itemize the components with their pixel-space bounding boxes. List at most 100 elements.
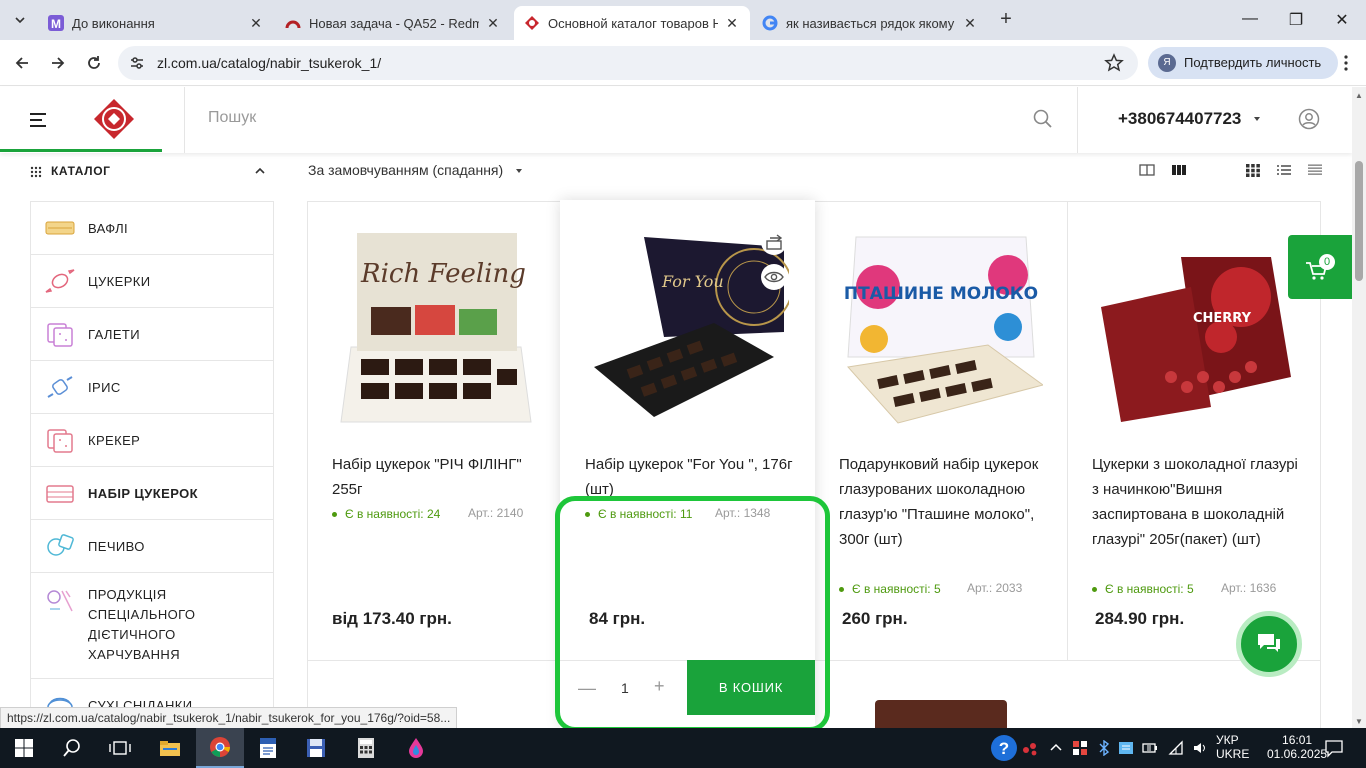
divider [184,87,185,153]
browser-tab-active[interactable]: Основной каталог товаров НАБОР ✕ [514,6,750,40]
product-image[interactable]: For You [584,227,793,427]
windows-start-icon[interactable] [0,728,48,768]
product-article: Арт.: 2140 [468,506,524,520]
catalog-header[interactable]: КАТАЛОГ [30,160,274,184]
user-account-icon[interactable] [1298,108,1320,130]
notifications-icon[interactable] [1324,738,1344,758]
catalog-item-cookies[interactable]: ПЕЧИВО [31,520,273,573]
address-toolbar: zl.com.ua/catalog/nabir_tsukerok_1/ Я По… [0,40,1366,86]
product-image[interactable]: CHERRY [1091,227,1296,427]
phone-number[interactable]: +380674407723 [1118,109,1241,129]
page-scrollbar[interactable]: ▲ ▼ [1352,87,1366,728]
product-name[interactable]: Цукерки з шоколадної глазурі з начинкою"… [1092,452,1304,552]
window-close-icon[interactable]: ✕ [1332,10,1352,30]
restore-icon[interactable]: ❐ [1286,10,1306,30]
view-list-icon[interactable] [1276,163,1292,177]
compare-icon[interactable] [761,229,787,255]
system-clock[interactable]: 16:01 01.06.2025 [1267,733,1327,761]
close-icon[interactable]: ✕ [248,15,264,31]
scroll-down-icon[interactable]: ▼ [1355,717,1363,726]
product-name[interactable]: Набір цукерок "РІЧ ФІЛІНГ" 255г [332,452,544,502]
chat-button[interactable] [1236,611,1302,677]
close-icon[interactable]: ✕ [962,15,978,31]
product-name[interactable]: Подарунковий набір цукерок глазурованих … [839,452,1051,552]
keyboard-app-icon[interactable] [1118,740,1134,756]
bluetooth-icon[interactable] [1096,739,1112,757]
catalog-item-toffee[interactable]: ІРИС [31,361,273,414]
cracker-icon [44,424,76,456]
sort-select[interactable]: За замовчуванням (спадання) [308,162,503,178]
catalog-item-candies[interactable]: ЦУКЕРКИ [31,255,273,308]
browser-tab[interactable]: як називається рядок якому в ✕ [752,6,988,40]
phone-dropdown-caret-icon[interactable] [1254,117,1260,121]
grid-dots-icon [30,165,42,178]
network-app-icon[interactable] [1022,740,1038,756]
paint-drop-icon[interactable] [392,728,440,768]
catalog-item-crackers[interactable]: КРЕКЕР [31,414,273,467]
volume-icon[interactable] [1192,740,1208,756]
omnibox[interactable]: zl.com.ua/catalog/nabir_tsukerok_1/ [118,46,1138,80]
chevron-up-icon[interactable] [254,164,266,176]
catalog-item-label: ПРОДУКЦІЯ СПЕЦІАЛЬНОГО ДІЄТИЧНОГО ХАРЧУВ… [88,587,196,662]
stock-status: Є в наявності: 24 [332,507,440,521]
help-icon[interactable]: ? [990,734,1018,762]
document-app-icon[interactable] [244,728,292,768]
cookie-icon [44,530,76,562]
catalog-item-candy-sets[interactable]: НАБІР ЦУКЕРОК [31,467,273,520]
menu-hamburger-icon[interactable] [30,113,46,127]
product-image[interactable]: ПТАШИНЕ МОЛОКО [838,227,1045,427]
catalog-item-diet[interactable]: ПРОДУКЦІЯ СПЕЦІАЛЬНОГО ДІЄТИЧНОГО ХАРЧУВ… [31,573,273,679]
new-tab-plus-icon[interactable]: + [996,9,1016,30]
divider [1077,87,1078,153]
security-shield-icon[interactable] [1072,740,1088,756]
file-explorer-icon[interactable] [146,728,194,768]
view-table-icon[interactable] [1307,163,1323,177]
tray-chevron-icon[interactable] [1048,740,1064,756]
m-icon: M [48,15,64,31]
task-view-icon[interactable] [96,728,144,768]
view-grid-icon[interactable] [1245,163,1261,177]
reload-icon[interactable] [82,51,106,75]
candy-icon [44,265,76,297]
forward-arrow-icon[interactable] [46,51,70,75]
floating-cart-button[interactable]: 0 [1288,235,1352,299]
product-card[interactable]: CHERRY Цукерки з шоколадної глазурі з на… [1067,201,1320,661]
catalog-item-wafers[interactable]: ВАФЛІ [31,202,273,255]
product-card[interactable]: ПТАШИНЕ МОЛОКО Подарунковий набір цукеро… [814,201,1067,661]
product-name[interactable]: Набір цукерок "For You ", 176г (шт) [585,452,797,502]
verify-identity-button[interactable]: Я Подтвердить личность [1148,47,1338,79]
close-icon[interactable]: ✕ [485,15,501,31]
scroll-up-icon[interactable]: ▲ [1355,91,1363,100]
bookmark-star-icon[interactable] [1104,53,1124,73]
search-input[interactable]: Пошук [208,109,256,127]
stock-status: Є в наявності: 5 [839,582,941,596]
quick-view-eye-icon[interactable] [761,264,787,290]
browser-menu-icon[interactable] [1336,53,1356,73]
tab-search-icon[interactable] [8,8,32,32]
battery-icon[interactable] [1142,740,1158,756]
view-three-col-icon[interactable] [1171,163,1187,177]
close-icon[interactable]: ✕ [724,15,740,31]
product-card[interactable]: Rich Feeling Набір цукерок "РІЧ ФІЛІНГ" … [307,201,560,661]
chrome-icon[interactable] [196,728,244,768]
view-two-col-icon[interactable] [1139,163,1155,177]
catalog-item-biscuits[interactable]: ГАЛЕТИ [31,308,273,361]
site-settings-icon[interactable] [128,54,146,72]
site-logo[interactable] [92,97,136,141]
browser-tab[interactable]: Новая задача - QA52 - Redmine ✕ [275,6,511,40]
sort-caret-icon[interactable] [516,169,522,173]
product-price: 260 грн. [842,609,908,628]
url-text: zl.com.ua/catalog/nabir_tsukerok_1/ [157,55,382,71]
browser-tab[interactable]: M До виконання ✕ [38,6,274,40]
wifi-icon[interactable] [1168,740,1184,756]
product-image[interactable]: Rich Feeling [331,227,536,427]
calculator-icon[interactable] [342,728,390,768]
minimize-icon[interactable]: — [1240,10,1260,30]
search-icon[interactable] [1033,109,1053,129]
back-arrow-icon[interactable] [10,51,34,75]
input-language[interactable]: УКР UKRE [1216,733,1249,761]
search-icon[interactable] [48,728,96,768]
scrollbar-thumb[interactable] [1355,161,1363,281]
profile-icon: Я [1158,54,1176,72]
save-disk-icon[interactable] [292,728,340,768]
